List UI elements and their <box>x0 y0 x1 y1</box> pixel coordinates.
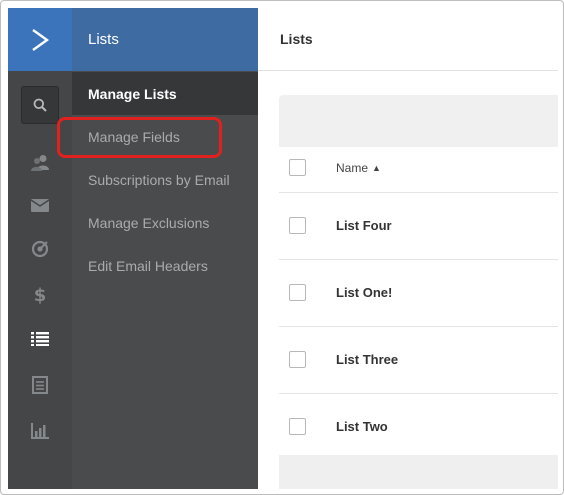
row-checkbox[interactable] <box>289 284 306 301</box>
subnav-title: Lists <box>72 8 258 71</box>
contacts-nav[interactable] <box>8 148 72 178</box>
nav-item-manage-fields[interactable]: Manage Fields <box>72 115 258 158</box>
table-row[interactable]: List One! <box>279 260 558 327</box>
chevron-right-icon <box>32 28 50 51</box>
reports-nav[interactable] <box>8 416 72 446</box>
table-row[interactable]: List Two <box>279 394 558 461</box>
main-content: Lists Name ▲ List Four List One! List Thr… <box>258 8 558 489</box>
row-checkbox[interactable] <box>289 418 306 435</box>
nav-item-label: Manage Fields <box>88 128 180 145</box>
forms-icon <box>32 376 48 394</box>
automations-icon <box>31 240 49 258</box>
lists-icon <box>31 332 49 346</box>
lists-nav[interactable] <box>8 324 72 354</box>
automations-nav[interactable] <box>8 234 72 264</box>
icon-rail: $ <box>8 8 72 489</box>
search-icon <box>33 98 47 112</box>
page-title: Lists <box>258 8 558 71</box>
list-name[interactable]: List Three <box>336 352 398 367</box>
table-footer <box>279 455 558 489</box>
select-all-checkbox[interactable] <box>289 159 306 176</box>
table-toolbar <box>279 95 558 147</box>
app-window: $ Lists Manage Lists Manage Fields Subsc… <box>0 0 564 495</box>
nav-item-subscriptions-by-email[interactable]: Subscriptions by Email <box>72 158 258 201</box>
nav-item-label: Edit Email Headers <box>88 257 208 274</box>
name-column-header[interactable]: Name ▲ <box>336 161 381 175</box>
nav-item-label: Subscriptions by Email <box>88 171 230 188</box>
search-button[interactable] <box>21 86 59 124</box>
reports-icon <box>31 423 49 439</box>
list-name[interactable]: List One! <box>336 285 392 300</box>
nav-item-edit-email-headers[interactable]: Edit Email Headers <box>72 244 258 287</box>
table-header-row: Name ▲ <box>279 147 558 193</box>
nav-item-manage-exclusions[interactable]: Manage Exclusions <box>72 201 258 244</box>
campaigns-icon <box>31 198 49 212</box>
svg-text:$: $ <box>34 285 47 306</box>
name-column-label: Name <box>336 161 369 175</box>
sort-ascending-icon: ▲ <box>372 163 381 173</box>
campaigns-nav[interactable] <box>8 190 72 220</box>
row-checkbox[interactable] <box>289 217 306 234</box>
nav-item-label: Manage Lists <box>88 85 177 102</box>
nav-item-manage-lists[interactable]: Manage Lists <box>72 72 258 115</box>
row-checkbox[interactable] <box>289 351 306 368</box>
lists-table: Name ▲ List Four List One! List Three Lis… <box>279 147 558 461</box>
contacts-icon <box>31 155 49 171</box>
logo[interactable] <box>8 8 72 71</box>
subnav-menu: Manage Lists Manage Fields Subscriptions… <box>72 72 258 287</box>
forms-nav[interactable] <box>8 370 72 400</box>
nav-item-label: Manage Exclusions <box>88 214 210 231</box>
list-name[interactable]: List Four <box>336 218 392 233</box>
deals-nav[interactable]: $ <box>8 280 72 310</box>
table-row[interactable]: List Three <box>279 327 558 394</box>
sub-navigation: Lists Manage Lists Manage Fields Subscri… <box>72 8 258 489</box>
table-row[interactable]: List Four <box>279 193 558 260</box>
deals-icon: $ <box>34 285 47 306</box>
list-name[interactable]: List Two <box>336 419 388 434</box>
